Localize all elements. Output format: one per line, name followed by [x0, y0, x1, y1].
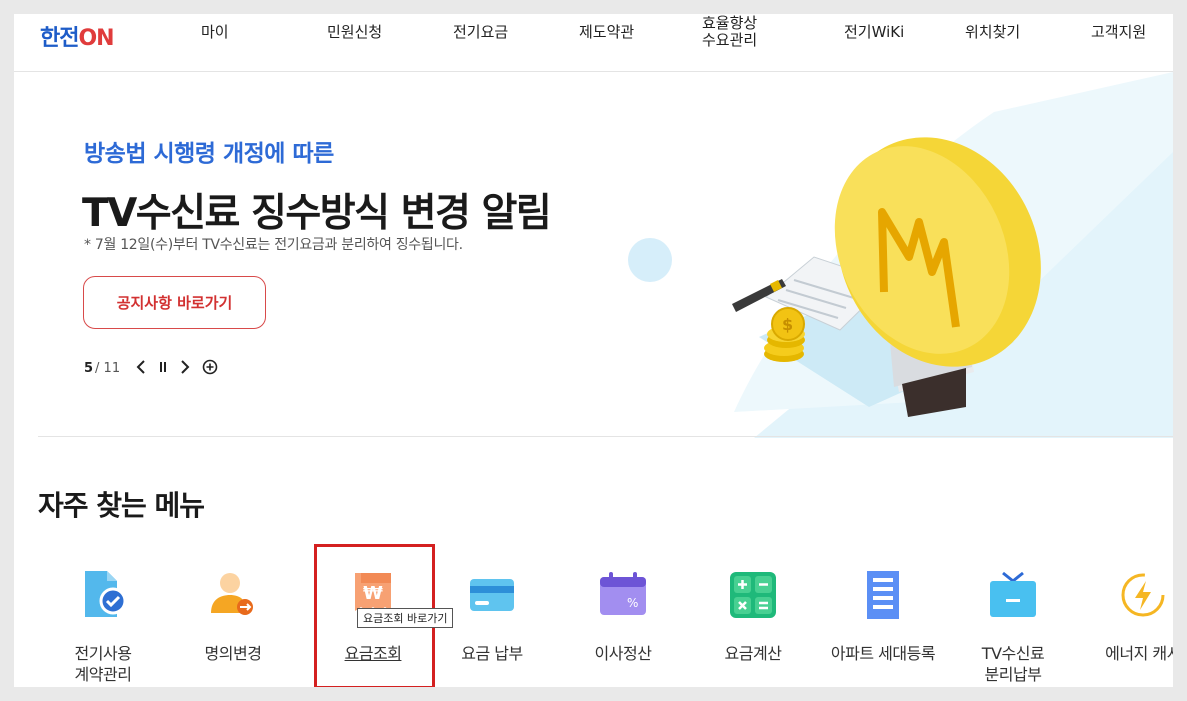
pause-icon[interactable]: [158, 360, 168, 377]
slide-current: 5: [84, 361, 94, 376]
menu-label: 요금조회: [344, 644, 402, 663]
hero-notice: * 7월 12일(수)부터 TV수신료는 전기요금과 분리하여 징수됩니다.: [84, 237, 463, 253]
bill-inquiry-tooltip: 요금조회 바로가기: [357, 608, 454, 628]
logo-on-text: ON: [78, 26, 114, 51]
svg-text:%: %: [627, 596, 638, 610]
svg-text:$: $: [782, 315, 793, 334]
nav-civil-application[interactable]: 민원신청: [327, 24, 382, 41]
nav-customer-support[interactable]: 고객지원: [1091, 24, 1146, 41]
slide-total: / 11: [95, 361, 121, 376]
global-nav-bar: 한전ON 마이 민원신청 전기요금 제도약관 효율향상 수요관리 전기WiKi …: [14, 14, 1173, 72]
menu-label: 요금 납부: [461, 644, 523, 663]
nav-wiki[interactable]: 전기WiKi: [844, 24, 904, 41]
document-check-icon: [85, 571, 127, 617]
nav-my[interactable]: 마이: [201, 24, 229, 41]
card-icon: [470, 579, 514, 611]
nav-electricity-rates[interactable]: 전기요금: [453, 24, 508, 41]
menu-name-change[interactable]: 명의변경: [168, 569, 298, 664]
frequent-menu-title: 자주 찾는 메뉴: [38, 489, 205, 522]
kepco-on-logo[interactable]: 한전ON: [40, 20, 115, 52]
hero-banner: $ 방송법 시행령 개정에 따른 TV수신료 징수방식 변경 알림 * 7월 1…: [14, 72, 1173, 438]
calculator-icon: [730, 572, 776, 618]
menu-tv-license-separate[interactable]: TV수신료 분리납부: [948, 569, 1078, 685]
hero-subtitle: 방송법 시행령 개정에 따른: [84, 141, 334, 167]
lightbulb-illustration: $: [628, 72, 1173, 438]
menu-move-settlement[interactable]: % 이사정산: [558, 569, 688, 664]
hero-title: TV수신료 징수방식 변경 알림: [82, 191, 552, 236]
browser-viewport: 한전ON 마이 민원신청 전기요금 제도약관 효율향상 수요관리 전기WiKi …: [14, 14, 1173, 687]
building-icon: [867, 571, 899, 619]
menu-apartment-registration[interactable]: 아파트 세대등록: [818, 569, 948, 664]
nav-efficiency[interactable]: 효율향상 수요관리: [702, 15, 757, 49]
calendar-percent-icon: %: [600, 572, 646, 615]
tv-icon: [990, 571, 1036, 617]
section-divider: [38, 436, 1173, 437]
menu-label: TV수신료 분리납부: [981, 644, 1045, 684]
nav-location[interactable]: 위치찾기: [965, 24, 1020, 41]
nav-terms[interactable]: 제도약관: [579, 24, 634, 41]
menu-energy-cash[interactable]: 에너지 캐시: [1078, 569, 1173, 664]
circle-plus-icon[interactable]: [202, 359, 218, 378]
menu-label: 에너지 캐시: [1105, 644, 1173, 663]
menu-label: 명의변경: [204, 644, 262, 663]
menu-bill-calculator[interactable]: 요금계산: [688, 569, 818, 664]
menu-contract-management[interactable]: 전기사용 계약관리: [38, 569, 168, 685]
logo-text: 한전: [40, 26, 79, 51]
chevron-left-icon[interactable]: [136, 360, 146, 377]
menu-label: 전기사용 계약관리: [74, 644, 132, 684]
energy-bolt-icon: [1121, 573, 1165, 617]
chevron-right-icon[interactable]: [180, 360, 190, 377]
person-change-icon: [211, 573, 253, 615]
menu-label: 아파트 세대등록: [830, 644, 936, 663]
slide-pager: 5 / 11: [84, 359, 218, 378]
menu-label: 요금계산: [724, 644, 782, 663]
menu-label: 이사정산: [594, 644, 652, 663]
svg-text:₩: ₩: [363, 583, 383, 604]
notice-shortcut-button[interactable]: 공지사항 바로가기: [83, 276, 266, 329]
